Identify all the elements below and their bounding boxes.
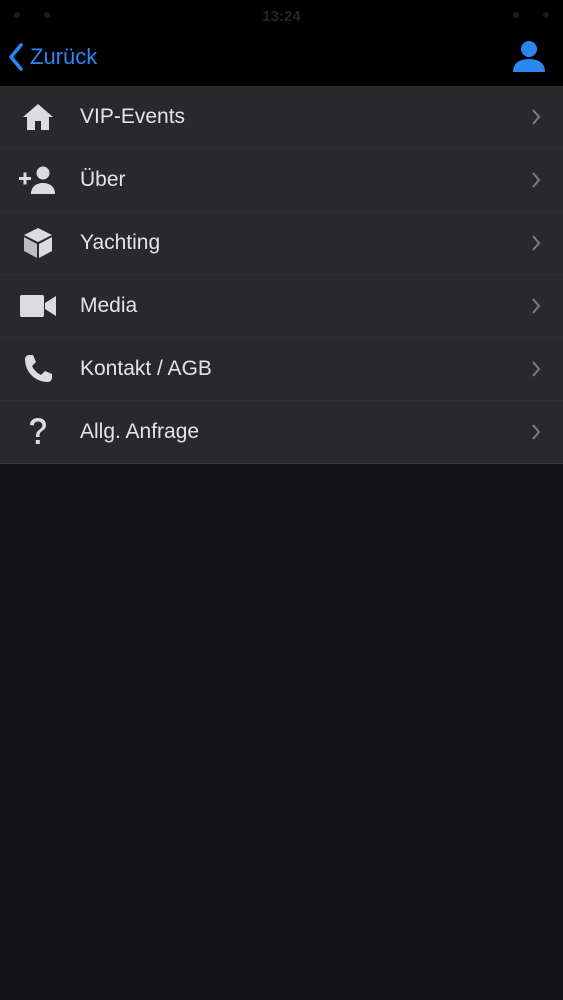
- menu-item-label: Allg. Anfrage: [80, 420, 200, 443]
- menu-item-yachting[interactable]: Yachting: [0, 211, 563, 274]
- chevron-left-icon: [9, 43, 23, 71]
- menu-item-label: VIP-Events: [80, 105, 186, 128]
- back-button[interactable]: Zurück: [8, 39, 97, 75]
- chevron-right-icon: [531, 234, 541, 252]
- battery-icon: [543, 12, 549, 18]
- chevron-right-icon: [531, 360, 541, 378]
- chevron-right-icon: [531, 423, 541, 441]
- phone-icon: [18, 349, 58, 389]
- menu-item-label: Über: [80, 168, 126, 191]
- back-label: Zurück: [30, 44, 98, 69]
- home-icon: [18, 97, 58, 137]
- menu-item-label: Media: [80, 294, 138, 317]
- chevron-right-icon: [531, 297, 541, 315]
- navigation-bar: Zurück: [0, 30, 563, 86]
- add-person-icon: [18, 160, 58, 200]
- menu-item-ueber[interactable]: Über: [0, 148, 563, 211]
- menu-item-label: Yachting: [80, 231, 161, 254]
- video-camera-icon: [18, 286, 58, 326]
- chevron-right-icon: [531, 108, 541, 126]
- main-menu: VIP-Events Über Yachting Media Kontakt /…: [0, 86, 563, 464]
- menu-item-label: Kontakt / AGB: [80, 357, 212, 380]
- status-bar: 13:24: [0, 0, 563, 30]
- chevron-right-icon: [531, 171, 541, 189]
- menu-item-media[interactable]: Media: [0, 274, 563, 337]
- person-icon: [513, 41, 545, 72]
- menu-item-kontakt-agb[interactable]: Kontakt / AGB: [0, 337, 563, 400]
- cube-icon: [18, 223, 58, 263]
- profile-button[interactable]: [511, 39, 547, 75]
- menu-item-vip-events[interactable]: VIP-Events: [0, 86, 563, 148]
- app-screen: 13:24 Zurück VIP-Events Über Yachting Me…: [0, 0, 563, 1000]
- bluetooth-icon: [513, 12, 519, 18]
- question-icon: [18, 412, 58, 452]
- status-time: 13:24: [262, 8, 301, 25]
- menu-item-allg-anfrage[interactable]: Allg. Anfrage: [0, 400, 563, 463]
